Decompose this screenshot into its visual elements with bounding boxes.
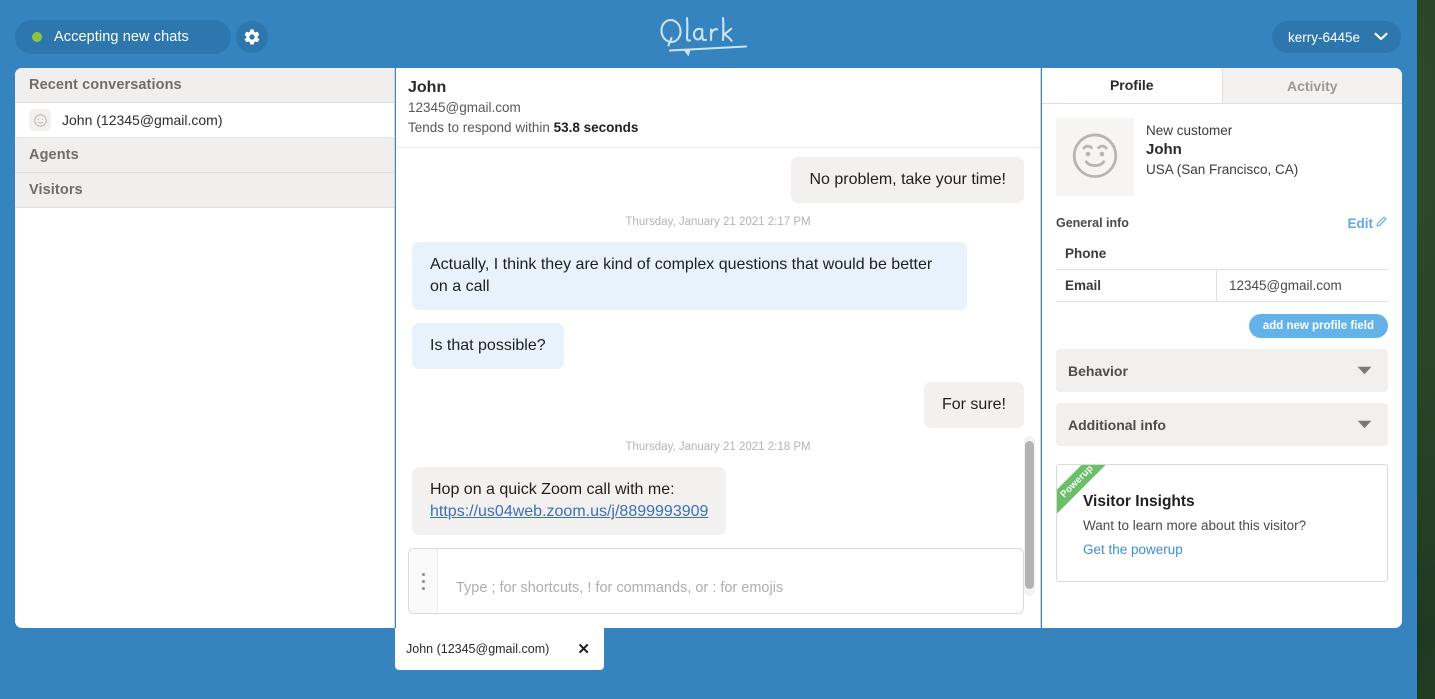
message-bubble-visitor: Actually, I think they are kind of compl…	[412, 242, 967, 310]
avatar	[1056, 118, 1134, 196]
zoom-invite-text: Hop on a quick Zoom call with me:	[430, 481, 675, 498]
get-the-powerup-link[interactable]: Get the powerup	[1083, 539, 1387, 561]
tab-activity[interactable]: Activity	[1222, 68, 1403, 103]
gear-icon	[243, 28, 261, 46]
chevron-down-icon	[1357, 416, 1372, 434]
workspace-panels: Recent conversations John (12345@gmail.c…	[15, 68, 1402, 628]
response-time-value: 53.8 seconds	[554, 120, 639, 135]
message-bubble-zoom-invite: Hop on a quick Zoom call with me: https:…	[412, 467, 726, 535]
visitor-kind: New customer	[1146, 121, 1298, 140]
chat-panel: John 12345@gmail.com Tends to respond wi…	[396, 68, 1041, 628]
chat-scrollbar-thumb[interactable]	[1025, 441, 1034, 589]
general-info-header: General info Edit	[1056, 215, 1388, 231]
accordion-additional-info[interactable]: Additional info	[1056, 403, 1388, 446]
message-list[interactable]: No problem, take your time! Thursday, Ja…	[396, 149, 1040, 599]
sidebar-section-recent-conversations[interactable]: Recent conversations	[15, 68, 394, 103]
powerup-title: Visitor Insights	[1083, 491, 1387, 513]
message-row: For sure!	[396, 382, 1040, 428]
message-row: No problem, take your time!	[396, 157, 1040, 203]
accordion-label: Behavior	[1068, 363, 1128, 379]
message-bubble-visitor: Is that possible?	[412, 323, 564, 369]
edit-profile-button[interactable]: Edit	[1348, 215, 1389, 231]
sidebar-section-label: Visitors	[29, 182, 83, 198]
profile-field-value[interactable]: 12345@gmail.com	[1216, 270, 1388, 301]
powerup-subtitle: Want to learn more about this visitor?	[1083, 513, 1387, 539]
accordion-behavior[interactable]: Behavior	[1056, 349, 1388, 392]
visitor-name: John	[1146, 140, 1298, 160]
message-timestamp: Thursday, January 21 2021 2:17 PM	[396, 216, 1040, 228]
profile-fields: Phone Email 12345@gmail.com	[1056, 238, 1388, 302]
visitor-insights-powerup-card: Powerup Visitor Insights Want to learn m…	[1056, 464, 1388, 582]
sidebar-item-label: John (12345@gmail.com)	[62, 112, 223, 128]
edit-label: Edit	[1348, 216, 1374, 231]
add-field-row: add new profile field	[1056, 314, 1388, 338]
chat-header: John 12345@gmail.com Tends to respond wi…	[396, 68, 1040, 148]
chat-visitor-name: John	[408, 77, 1040, 98]
sidebar-section-label: Recent conversations	[29, 77, 182, 93]
chevron-down-icon	[1357, 362, 1372, 380]
status-label: Accepting new chats	[54, 29, 189, 45]
active-chat-tab-label: John (12345@gmail.com)	[406, 642, 549, 656]
profile-tabs: Profile Activity	[1042, 68, 1402, 104]
profile-field-row[interactable]: Email 12345@gmail.com	[1056, 270, 1388, 302]
account-name: kerry-6445e	[1288, 30, 1360, 45]
add-new-profile-field-button[interactable]: add new profile field	[1249, 314, 1388, 338]
message-bubble-agent: For sure!	[924, 382, 1024, 428]
visitor-location: USA (San Francisco, CA)	[1146, 160, 1298, 180]
message-timestamp: Thursday, January 21 2021 2:18 PM	[396, 441, 1040, 453]
accepting-chats-status-toggle[interactable]: Accepting new chats	[15, 20, 231, 54]
message-composer	[408, 548, 1024, 614]
general-info-title: General info	[1056, 216, 1129, 230]
profile-panel: Profile Activity	[1042, 68, 1402, 628]
active-chat-tab[interactable]: John (12345@gmail.com) ✕	[395, 628, 604, 670]
tab-profile[interactable]: Profile	[1042, 68, 1222, 103]
profile-field-row[interactable]: Phone	[1056, 238, 1388, 270]
response-time-prefix: Tends to respond within	[408, 120, 550, 135]
chevron-down-icon	[1374, 28, 1388, 46]
status-indicator-dot	[32, 32, 42, 42]
message-bubble-agent: No problem, take your time!	[791, 157, 1024, 203]
accordion-label: Additional info	[1068, 417, 1166, 433]
olark-app-window: Accepting new chats	[0, 0, 1417, 699]
profile-body: New customer John USA (San Francisco, CA…	[1042, 104, 1402, 582]
chat-response-time: Tends to respond within 53.8 seconds	[408, 118, 1040, 138]
left-sidebar: Recent conversations John (12345@gmail.c…	[15, 68, 395, 628]
olark-logo	[654, 14, 764, 58]
message-input[interactable]	[438, 549, 1023, 613]
sidebar-section-label: Agents	[29, 147, 79, 163]
chat-visitor-email: 12345@gmail.com	[408, 98, 1040, 118]
account-menu-button[interactable]: kerry-6445e	[1272, 21, 1401, 53]
zoom-meeting-link[interactable]: https://us04web.zoom.us/j/8899993909	[430, 503, 708, 520]
close-icon[interactable]: ✕	[577, 642, 590, 657]
message-row: Is that possible?	[396, 323, 1040, 369]
message-row: Hop on a quick Zoom call with me: https:…	[396, 467, 1040, 535]
smiley-face-icon	[1066, 126, 1124, 189]
top-bar: Accepting new chats	[0, 0, 1417, 68]
message-row: Actually, I think they are kind of compl…	[396, 242, 1040, 310]
profile-field-value[interactable]	[1216, 238, 1388, 269]
profile-field-key: Phone	[1056, 238, 1216, 269]
chat-scrollbar-track[interactable]	[1024, 436, 1035, 596]
sidebar-item-conversation-john[interactable]: John (12345@gmail.com)	[15, 103, 394, 138]
smiley-face-icon	[29, 109, 51, 131]
profile-identity: New customer John USA (San Francisco, CA…	[1056, 118, 1388, 196]
profile-identity-meta: New customer John USA (San Francisco, CA…	[1146, 118, 1298, 196]
pencil-icon	[1375, 215, 1388, 231]
profile-field-key: Email	[1056, 270, 1216, 301]
settings-button[interactable]	[236, 21, 268, 53]
sidebar-section-visitors[interactable]: Visitors	[15, 173, 394, 208]
drag-handle-dots-icon[interactable]	[409, 549, 438, 613]
sidebar-section-agents[interactable]: Agents	[15, 138, 394, 173]
